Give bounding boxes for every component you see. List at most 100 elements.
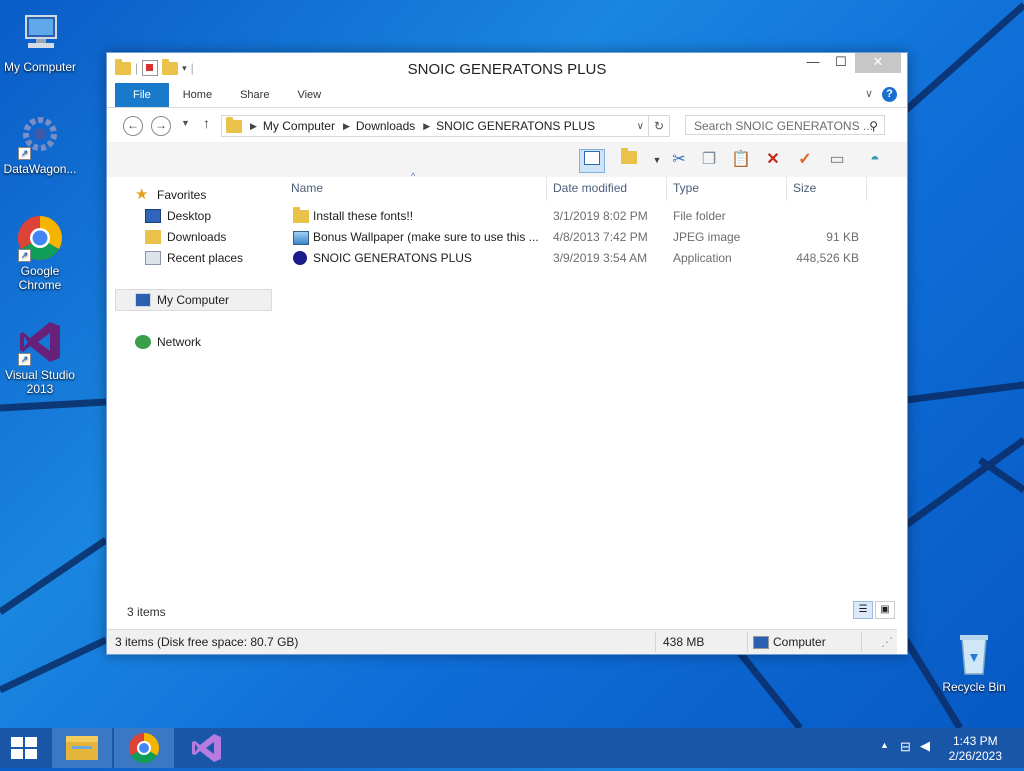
show-hidden-icons-chevron-icon[interactable]: ▲ bbox=[880, 740, 889, 750]
ribbon-tabs: File Home Share View ∨ ? bbox=[107, 83, 907, 108]
file-row[interactable]: Install these fonts!! 3/1/2019 8:02 PM F… bbox=[283, 206, 883, 227]
taskbar-chrome[interactable] bbox=[114, 728, 174, 768]
preview-pane-button[interactable] bbox=[579, 149, 605, 173]
copy-icon[interactable]: ❐ bbox=[697, 149, 721, 171]
desktop-icon-visual-studio[interactable]: ↗ Visual Studio 2013 bbox=[0, 318, 80, 396]
column-divider[interactable] bbox=[866, 177, 867, 201]
recent-locations-chevron-icon[interactable]: ▼ bbox=[181, 118, 190, 128]
help-icon[interactable]: ? bbox=[882, 87, 897, 102]
navigation-pane: ★ Favorites Desktop Downloads Recent pla… bbox=[107, 177, 273, 617]
desktop-icon-chrome[interactable]: ↗ Google Chrome bbox=[0, 214, 80, 292]
desktop-icon-label: My Computer bbox=[3, 60, 77, 74]
back-button[interactable]: ← bbox=[123, 116, 143, 136]
windows-logo-icon bbox=[11, 737, 37, 759]
file-size: 91 KB bbox=[826, 230, 859, 244]
nav-desktop[interactable]: Desktop bbox=[145, 206, 211, 226]
status-divider bbox=[655, 632, 656, 652]
computer-icon bbox=[135, 293, 151, 307]
refresh-button[interactable]: ↻ bbox=[649, 115, 670, 137]
desktop-icon-my-computer[interactable]: My Computer bbox=[0, 10, 80, 74]
paste-icon[interactable]: 📋 bbox=[729, 149, 753, 171]
rename-icon[interactable]: ▭ bbox=[825, 149, 849, 171]
desktop-icon-datawagon[interactable]: ↗ DataWagon... bbox=[0, 112, 80, 176]
start-button[interactable] bbox=[0, 728, 48, 768]
check-icon[interactable]: ✓ bbox=[793, 149, 817, 171]
close-button[interactable]: ✕ bbox=[855, 53, 901, 73]
cut-icon[interactable]: ✂ bbox=[667, 149, 691, 171]
nav-recent-places[interactable]: Recent places bbox=[145, 248, 243, 268]
nav-my-computer[interactable]: My Computer bbox=[135, 290, 229, 310]
address-field[interactable]: ▶ My Computer ▶ Downloads ▶ SNOIC GENERA… bbox=[221, 115, 649, 137]
file-size: 448,526 KB bbox=[796, 251, 859, 265]
up-button[interactable]: ↑ bbox=[203, 115, 210, 131]
window-title: SNOIC GENERATONS PLUS bbox=[407, 61, 607, 78]
minimize-button[interactable]: — bbox=[799, 53, 827, 73]
desktop-icon-recycle-bin[interactable]: Recycle Bin bbox=[934, 630, 1014, 694]
search-input[interactable]: Search SNOIC GENERATONS ... ⚲ bbox=[685, 115, 885, 135]
column-divider[interactable] bbox=[786, 177, 787, 201]
taskbar: ▲ ⊟ ◀ 1:43 PM 2/26/2023 bbox=[0, 728, 1024, 768]
breadcrumb-current[interactable]: SNOIC GENERATONS PLUS bbox=[436, 119, 595, 133]
file-row[interactable]: SNOIC GENERATONS PLUS 3/9/2019 3:54 AM A… bbox=[283, 248, 883, 269]
visual-studio-icon bbox=[192, 734, 221, 762]
taskbar-visual-studio[interactable] bbox=[176, 728, 236, 768]
tab-share[interactable]: Share bbox=[226, 83, 283, 107]
file-type: Application bbox=[673, 251, 732, 265]
maximize-button[interactable]: ☐ bbox=[827, 53, 855, 73]
title-bar[interactable]: | ▾ | SNOIC GENERATONS PLUS — ☐ ✕ bbox=[107, 53, 907, 83]
shell-icon[interactable]: ◓ bbox=[863, 149, 887, 171]
column-divider[interactable] bbox=[546, 177, 547, 201]
clock-time: 1:43 PM bbox=[952, 734, 998, 748]
address-dropdown-chevron-icon[interactable]: ∨ bbox=[637, 121, 644, 132]
network-icon[interactable]: ⊟ bbox=[900, 739, 911, 755]
tab-home[interactable]: Home bbox=[169, 83, 226, 107]
nav-downloads[interactable]: Downloads bbox=[145, 227, 226, 247]
status-summary: 3 items (Disk free space: 80.7 GB) bbox=[115, 635, 299, 649]
desktop-icon-label: Google Chrome bbox=[18, 264, 62, 292]
taskbar-file-explorer[interactable] bbox=[52, 728, 112, 768]
network-icon bbox=[135, 335, 151, 349]
options-dropdown-icon[interactable]: ▼ bbox=[645, 149, 669, 171]
resize-grip-icon[interactable]: ⋰ bbox=[881, 635, 893, 649]
file-row[interactable]: Bonus Wallpaper (make sure to use this .… bbox=[283, 227, 883, 248]
address-bar-row: ← → ▼ ↑ ▶ My Computer ▶ Downloads ▶ SNOI… bbox=[107, 108, 907, 143]
gear-icon: ↗ bbox=[16, 112, 64, 160]
nav-favorites[interactable]: ★ Favorites bbox=[135, 185, 206, 205]
chrome-icon bbox=[129, 733, 160, 764]
status-bar: 3 items (Disk free space: 80.7 GB) 438 M… bbox=[107, 629, 897, 654]
column-header-date[interactable]: Date modified bbox=[553, 177, 627, 199]
shortcut-arrow-icon: ↗ bbox=[18, 353, 31, 366]
column-header-type[interactable]: Type bbox=[673, 177, 699, 199]
search-placeholder: Search SNOIC GENERATONS ... bbox=[694, 119, 873, 133]
breadcrumb-downloads[interactable]: Downloads bbox=[356, 119, 415, 133]
breadcrumb-separator[interactable]: ▶ bbox=[423, 121, 430, 132]
file-date: 3/9/2019 3:54 AM bbox=[553, 251, 648, 265]
details-view-icon[interactable]: ☰ bbox=[853, 601, 873, 619]
delete-icon[interactable]: ✕ bbox=[761, 149, 785, 171]
command-toolbar: ▼ ✂ ❐ 📋 ✕ ✓ ▭ ◓ bbox=[107, 143, 907, 177]
folder-options-icon[interactable] bbox=[617, 148, 641, 171]
app-icon bbox=[293, 251, 307, 265]
breadcrumb-my-computer[interactable]: My Computer bbox=[263, 119, 335, 133]
nav-network[interactable]: Network bbox=[135, 332, 201, 352]
breadcrumb-separator[interactable]: ▶ bbox=[250, 121, 257, 132]
nav-label: Network bbox=[157, 335, 202, 349]
clock[interactable]: 1:43 PM 2/26/2023 bbox=[949, 734, 1002, 764]
column-header-name[interactable]: Name bbox=[291, 177, 323, 199]
column-divider[interactable] bbox=[666, 177, 667, 201]
status-location: Computer bbox=[773, 635, 826, 649]
folder-icon bbox=[293, 207, 309, 223]
column-header-size[interactable]: Size bbox=[793, 177, 816, 199]
file-type: File folder bbox=[673, 209, 726, 223]
breadcrumb-separator[interactable]: ▶ bbox=[343, 121, 350, 132]
forward-button[interactable]: → bbox=[151, 116, 171, 136]
tab-file[interactable]: File bbox=[115, 83, 169, 107]
desktop-icon-label: Recycle Bin bbox=[942, 680, 1006, 694]
tab-view[interactable]: View bbox=[283, 83, 335, 107]
computer-icon bbox=[16, 10, 64, 58]
expand-ribbon-chevron-icon[interactable]: ∨ bbox=[865, 87, 873, 100]
status-divider bbox=[861, 632, 862, 652]
explorer-window: | ▾ | SNOIC GENERATONS PLUS — ☐ ✕ File H… bbox=[106, 52, 908, 655]
large-icons-view-icon[interactable]: ▣ bbox=[875, 601, 895, 619]
volume-icon[interactable]: ◀ bbox=[920, 738, 930, 754]
